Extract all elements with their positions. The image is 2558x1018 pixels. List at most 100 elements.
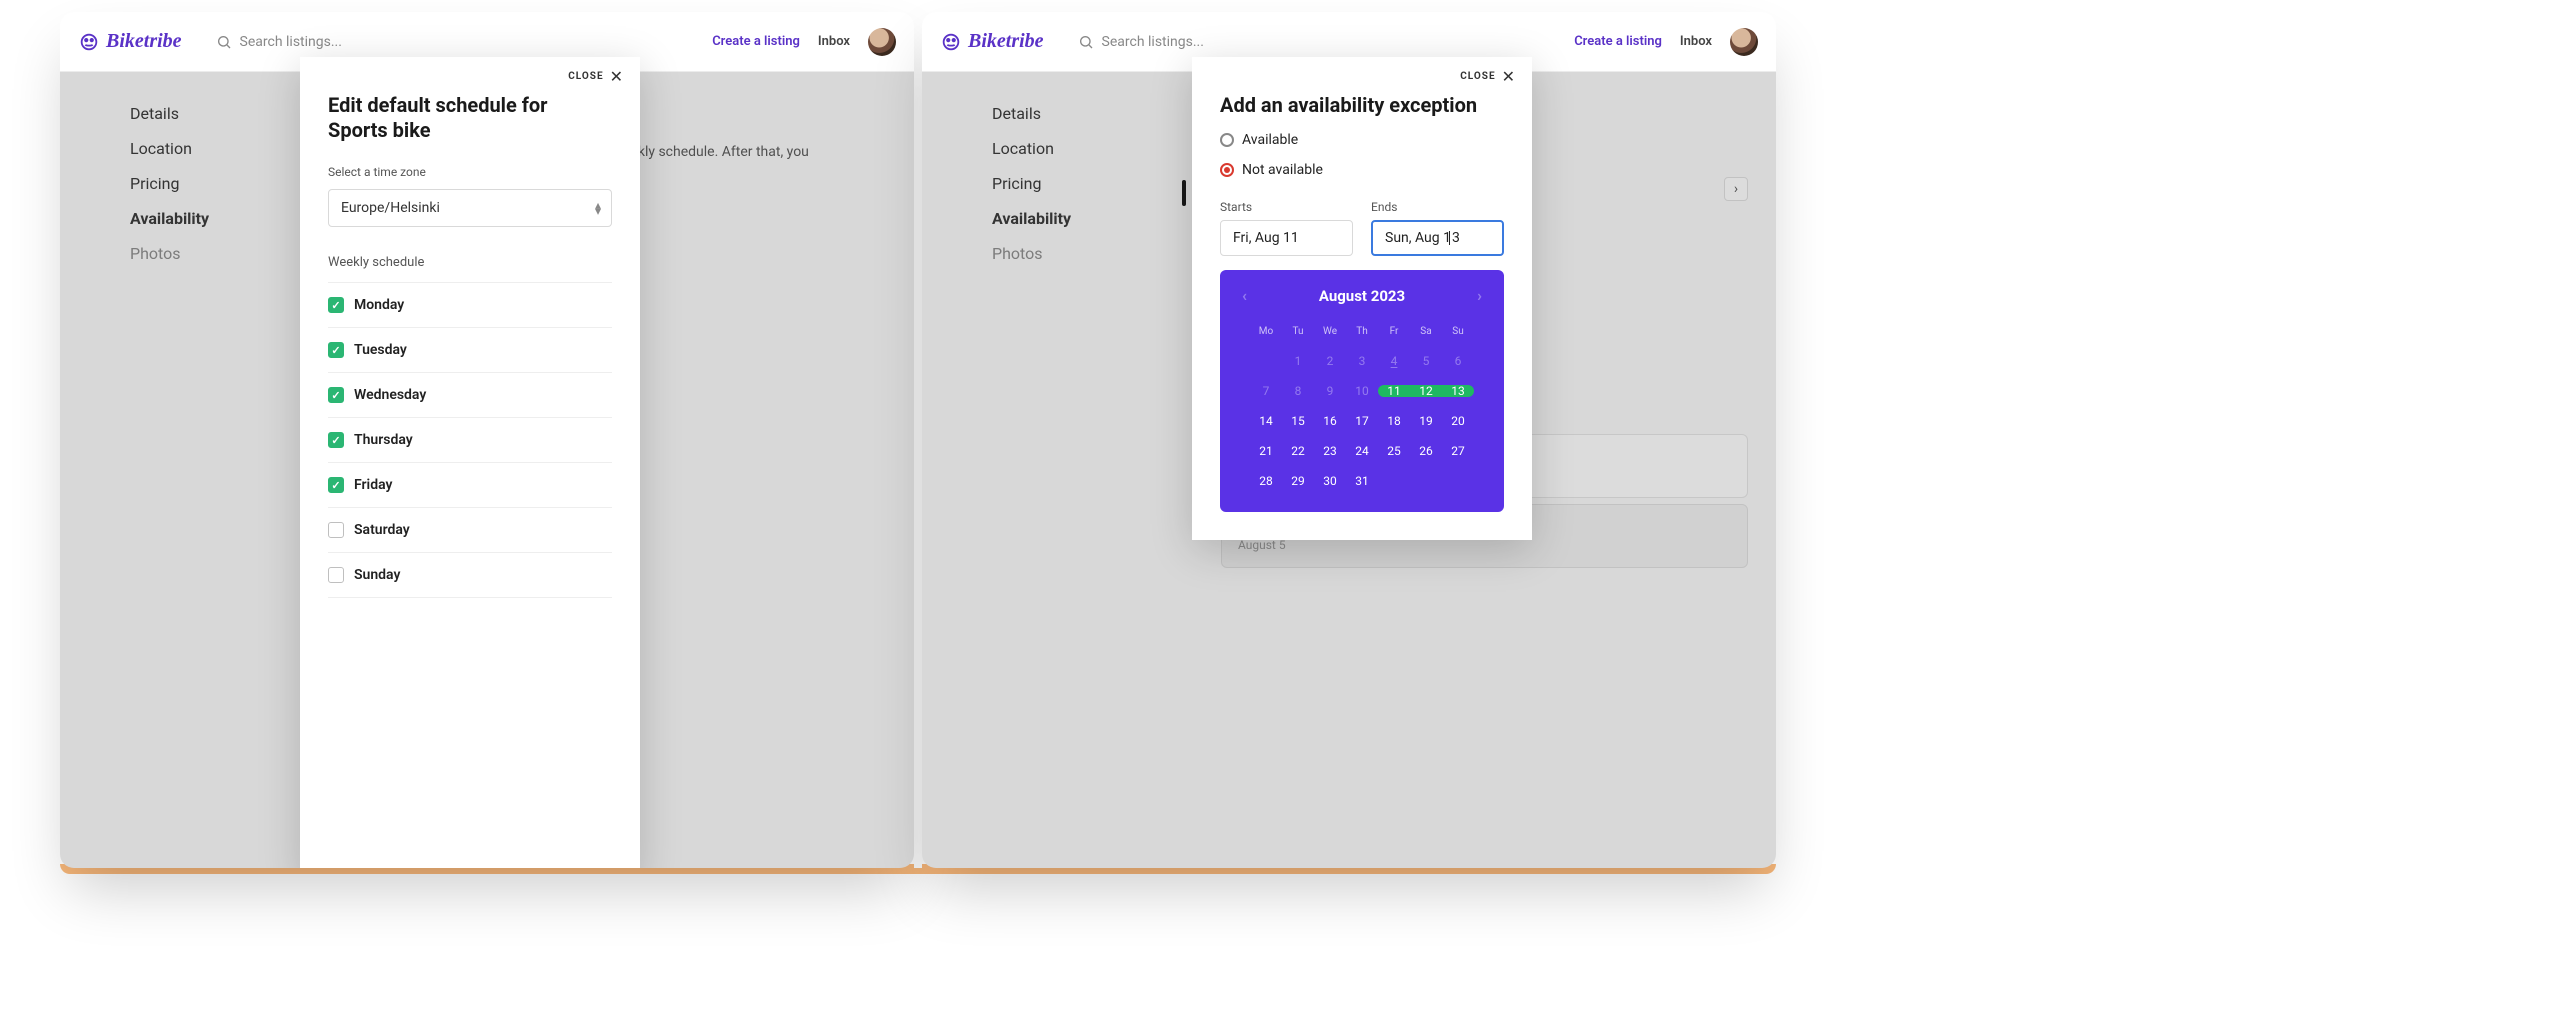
day-label: Tuesday — [354, 342, 407, 358]
date-range-row: Starts Fri, Aug 11 Ends Sun, Aug 13 — [1220, 200, 1504, 256]
search-input[interactable]: Search listings... — [1078, 34, 1565, 50]
brand[interactable]: Biketribe — [78, 30, 182, 53]
calendar-day[interactable]: 25 — [1378, 444, 1410, 458]
checkbox-icon — [328, 342, 344, 358]
edit-schedule-modal: CLOSE ✕ Edit default schedule for Sports… — [300, 57, 640, 868]
day-row-thursday[interactable]: Thursday — [328, 418, 612, 463]
sidebar-item-location[interactable]: Location — [992, 139, 1071, 158]
sidebar-item-availability[interactable]: Availability — [130, 209, 209, 228]
calendar-prev-button[interactable]: ‹ — [1242, 286, 1247, 305]
availability-exception-modal: CLOSE ✕ Add an availability exception Av… — [1192, 57, 1532, 540]
create-listing-link[interactable]: Create a listing — [1574, 34, 1662, 49]
search-placeholder: Search listings... — [1102, 34, 1204, 50]
next-button[interactable]: › — [1724, 177, 1748, 201]
day-row-tuesday[interactable]: Tuesday — [328, 328, 612, 373]
day-label: Wednesday — [354, 387, 426, 403]
close-button[interactable]: CLOSE ✕ — [1460, 67, 1516, 86]
modal-title: Edit default schedule for Sports bike — [328, 93, 612, 143]
calendar-day[interactable]: 31 — [1346, 474, 1378, 488]
day-row-monday[interactable]: Monday — [328, 282, 612, 328]
calendar-day[interactable]: 24 — [1346, 444, 1378, 458]
day-row-friday[interactable]: Friday — [328, 463, 612, 508]
starts-field: Starts Fri, Aug 11 — [1220, 200, 1353, 256]
avatar[interactable] — [1730, 28, 1758, 56]
calendar-day[interactable]: 22 — [1282, 444, 1314, 458]
starts-input[interactable]: Fri, Aug 11 — [1220, 220, 1353, 256]
checkbox-icon — [328, 432, 344, 448]
sidebar-item-availability[interactable]: Availability — [992, 209, 1071, 228]
calendar-day[interactable]: 26 — [1410, 444, 1442, 458]
calendar-day[interactable]: 18 — [1378, 414, 1410, 428]
starts-value: Fri, Aug 11 — [1233, 230, 1299, 246]
avatar[interactable] — [868, 28, 896, 56]
sidebar: Details Location Pricing Availability Photos — [992, 104, 1071, 263]
close-icon: ✕ — [1502, 67, 1516, 86]
search-input[interactable]: Search listings... — [216, 34, 703, 50]
close-icon: ✕ — [610, 67, 624, 86]
inbox-link[interactable]: Inbox — [1680, 34, 1712, 49]
sidebar-item-photos[interactable]: Photos — [992, 244, 1071, 263]
calendar-day[interactable]: 29 — [1282, 474, 1314, 488]
calendar-next-button[interactable]: › — [1477, 286, 1482, 305]
timezone-select[interactable]: Europe/Helsinki ▴▾ — [328, 189, 612, 227]
calendar-day[interactable]: 19 — [1410, 414, 1442, 428]
calendar: ‹ August 2023 › MoTuWeThFrSaSu1234567891… — [1220, 270, 1504, 512]
create-listing-link[interactable]: Create a listing — [712, 34, 800, 49]
calendar-day[interactable]: 12 — [1410, 384, 1442, 398]
timezone-label: Select a time zone — [328, 165, 612, 179]
option-available[interactable]: Available — [1220, 132, 1504, 148]
calendar-day[interactable]: 9 — [1314, 384, 1346, 398]
calendar-title: August 2023 — [1319, 287, 1405, 305]
sidebar-item-pricing[interactable]: Pricing — [130, 174, 209, 193]
calendar-day[interactable]: 3 — [1346, 354, 1378, 368]
brand[interactable]: Biketribe — [940, 30, 1044, 53]
calendar-day[interactable]: 5 — [1410, 354, 1442, 368]
panel-right-body: Details Location Pricing Availability Photos… — [922, 72, 1776, 868]
calendar-day[interactable]: 8 — [1282, 384, 1314, 398]
ends-input[interactable]: Sun, Aug 13 — [1371, 220, 1504, 256]
close-button[interactable]: CLOSE ✕ — [568, 67, 624, 86]
weekly-schedule-label: Weekly schedule — [328, 255, 612, 270]
calendar-day[interactable]: 14 — [1250, 414, 1282, 428]
day-label: Monday — [354, 297, 404, 313]
calendar-day[interactable]: 27 — [1442, 444, 1474, 458]
calendar-day[interactable]: 2 — [1314, 354, 1346, 368]
calendar-day[interactable]: 16 — [1314, 414, 1346, 428]
calendar-day[interactable]: 28 — [1250, 474, 1282, 488]
calendar-day[interactable]: 23 — [1314, 444, 1346, 458]
chevron-updown-icon: ▴▾ — [595, 202, 599, 214]
checkbox-icon — [328, 522, 344, 538]
calendar-day[interactable]: 11 — [1378, 384, 1410, 398]
calendar-day[interactable]: 17 — [1346, 414, 1378, 428]
sidebar-item-pricing[interactable]: Pricing — [992, 174, 1071, 193]
calendar-day[interactable]: 6 — [1442, 354, 1474, 368]
sidebar-item-details[interactable]: Details — [992, 104, 1071, 123]
inbox-link[interactable]: Inbox — [818, 34, 850, 49]
calendar-day[interactable]: 7 — [1250, 384, 1282, 398]
calendar-day[interactable]: 20 — [1442, 414, 1474, 428]
calendar-day[interactable]: 10 — [1346, 384, 1378, 398]
calendar-day[interactable]: 13 — [1442, 384, 1474, 398]
sidebar-item-photos[interactable]: Photos — [130, 244, 209, 263]
calendar-day[interactable]: 4 — [1378, 354, 1410, 368]
ends-label: Ends — [1371, 200, 1504, 214]
chevron-right-icon: › — [1734, 181, 1738, 197]
option-not-available[interactable]: Not available — [1220, 162, 1504, 178]
calendar-day[interactable]: 15 — [1282, 414, 1314, 428]
panel-divider — [914, 12, 922, 868]
day-row-sunday[interactable]: Sunday — [328, 553, 612, 598]
ends-value-pre: Sun, Aug 1 — [1385, 230, 1451, 246]
checkbox-icon — [328, 387, 344, 403]
day-row-saturday[interactable]: Saturday — [328, 508, 612, 553]
calendar-day[interactable]: 1 — [1282, 354, 1314, 368]
checkbox-icon — [328, 477, 344, 493]
calendar-day[interactable]: 30 — [1314, 474, 1346, 488]
sidebar-item-location[interactable]: Location — [130, 139, 209, 158]
calendar-dow: Sa — [1410, 326, 1442, 337]
calendar-day[interactable]: 21 — [1250, 444, 1282, 458]
brand-name: Biketribe — [106, 30, 182, 53]
day-row-wednesday[interactable]: Wednesday — [328, 373, 612, 418]
day-label: Thursday — [354, 432, 413, 448]
checkbox-icon — [328, 297, 344, 313]
sidebar-item-details[interactable]: Details — [130, 104, 209, 123]
